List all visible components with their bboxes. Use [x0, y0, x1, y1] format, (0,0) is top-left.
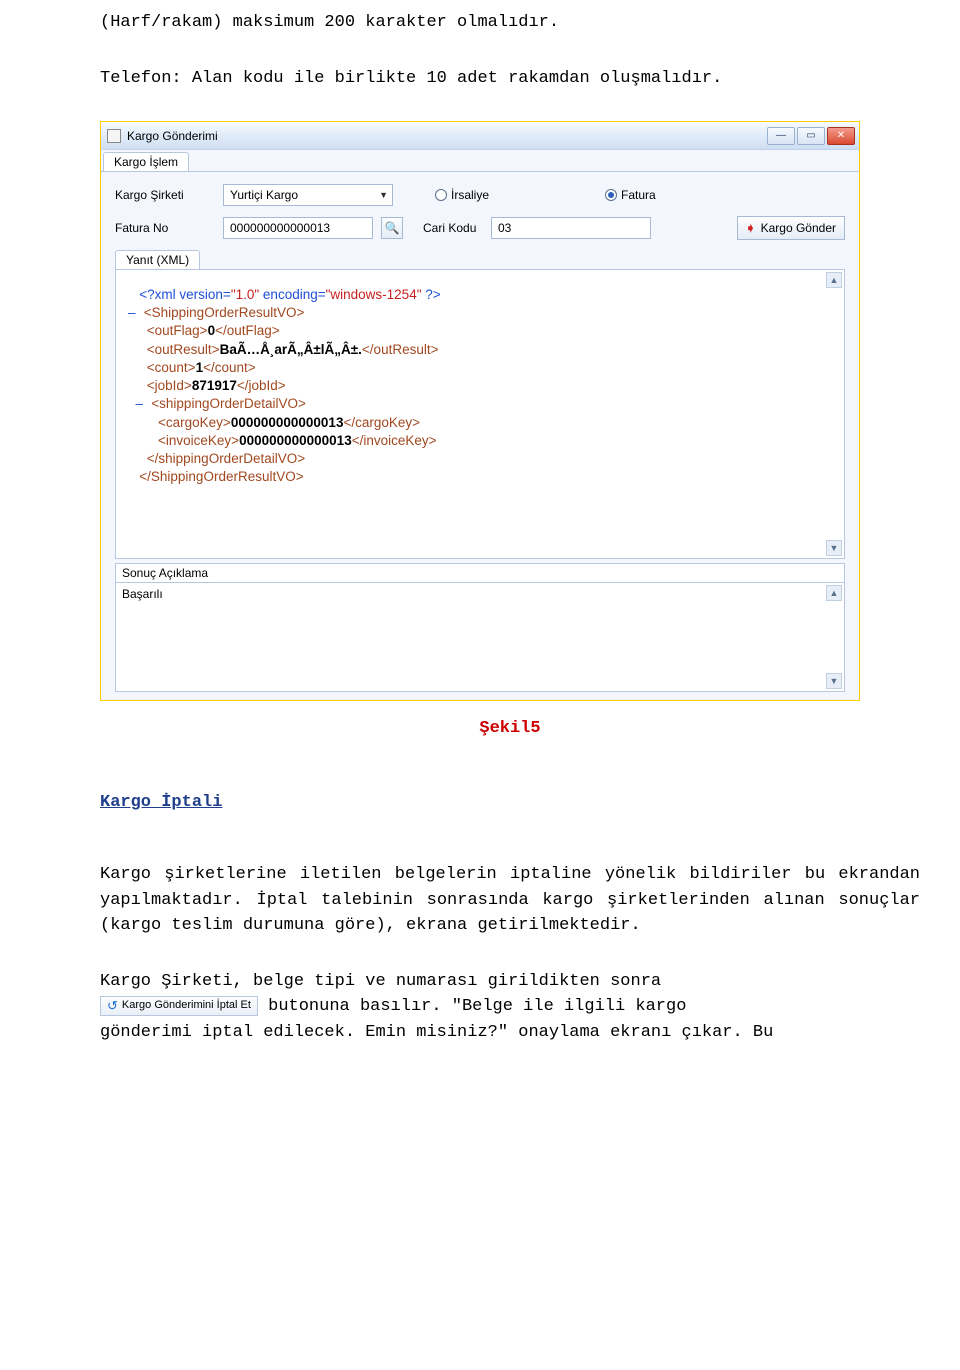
xml-outflag-v: 0: [208, 323, 216, 338]
xml-outres-c: </outResult>: [362, 342, 439, 357]
minimize-button[interactable]: —: [767, 127, 795, 145]
cari-kodu-input[interactable]: 03: [491, 217, 651, 239]
label-kargo-sirketi: Kargo Şirketi: [115, 188, 215, 202]
xml-inv-o: <invoiceKey>: [158, 433, 239, 448]
para2-after-btn: butonuna basılır. "Belge ile ilgili karg…: [258, 997, 686, 1016]
section-kargo-iptali: Kargo İptali: [100, 793, 920, 812]
paragraph-iptal-1: Kargo şirketlerine iletilen belgelerin i…: [100, 862, 920, 939]
cari-kodu-value: 03: [498, 221, 511, 235]
xml-decl-a: <?xml version=: [139, 287, 231, 302]
figure-caption: Şekil5: [100, 719, 920, 738]
label-fatura-no: Fatura No: [115, 221, 215, 235]
scroll-up-icon[interactable]: ▲: [826, 272, 842, 288]
chevron-down-icon: ▼: [379, 190, 388, 200]
para2-line3: gönderimi iptal edilecek. Emin misiniz?"…: [100, 1023, 773, 1042]
xml-count-o: <count>: [147, 360, 196, 375]
label-sonuc-aciklama: Sonuç Açıklama: [115, 563, 845, 582]
lookup-icon[interactable]: 🔍: [381, 217, 403, 239]
xml-count-v: 1: [196, 360, 204, 375]
xml-detail-close: </shippingOrderDetailVO>: [147, 451, 305, 466]
xml-jobid-o: <jobId>: [147, 378, 192, 393]
xml-outres-o: <outResult>: [147, 342, 220, 357]
xml-inv-c: </invoiceKey>: [352, 433, 437, 448]
window-title: Kargo Gönderimi: [127, 129, 767, 143]
xml-jobid-v: 871917: [192, 378, 237, 393]
xml-outflag-o: <outFlag>: [147, 323, 208, 338]
kargo-gonder-button[interactable]: ➧ Kargo Gönder: [737, 216, 845, 240]
kargo-sirketi-value: Yurtiçi Kargo: [230, 188, 298, 202]
radio-dot-on: [605, 189, 617, 201]
kargo-sirketi-select[interactable]: Yurtiçi Kargo ▼: [223, 184, 393, 206]
kargo-iptal-button[interactable]: ↺ Kargo Gönderimini İptal Et: [100, 996, 258, 1016]
scroll-up-icon[interactable]: ▲: [826, 585, 842, 601]
xml-root-open: <ShippingOrderResultVO>: [144, 305, 305, 320]
note-telefon: Telefon: Alan kodu ile birlikte 10 adet …: [100, 66, 920, 92]
xml-cargo-v: 000000000000013: [231, 415, 344, 430]
para2-line1: Kargo Şirketi, belge tipi ve numarası gi…: [100, 972, 661, 991]
xml-result-panel: ▲ ▼ <?xml version="1.0" encoding="window…: [115, 269, 845, 559]
kargo-gonder-label: Kargo Gönder: [761, 221, 836, 235]
xml-outres-v: BaÃ…Å¸arÃ„Â±lÃ„Â±.: [220, 342, 362, 357]
tab-kargo-islem[interactable]: Kargo İşlem: [103, 152, 189, 171]
xml-count-c: </count>: [203, 360, 256, 375]
note-harf-rakam: (Harf/rakam) maksimum 200 karakter olmal…: [100, 10, 920, 36]
xml-jobid-c: </jobId>: [237, 378, 286, 393]
xml-outflag-c: </outFlag>: [215, 323, 280, 338]
xml-decl-enc: "windows-1254": [326, 287, 422, 302]
scroll-down-icon[interactable]: ▼: [826, 673, 842, 689]
radio-irsaliye-label: İrsaliye: [451, 188, 489, 202]
xml-decl-b: encoding=: [259, 287, 325, 302]
xml-cargo-o: <cargoKey>: [158, 415, 231, 430]
radio-fatura[interactable]: Fatura: [605, 188, 656, 202]
maximize-button[interactable]: ▭: [797, 127, 825, 145]
xml-detail-open: <shippingOrderDetailVO>: [151, 396, 306, 411]
radio-dot-off: [435, 189, 447, 201]
send-icon: ➧: [746, 221, 756, 235]
undo-icon: ↺: [107, 996, 118, 1016]
fatura-no-input[interactable]: 000000000000013: [223, 217, 373, 239]
close-button[interactable]: ✕: [827, 127, 855, 145]
xml-collapse-icon[interactable]: –: [128, 304, 140, 322]
window-titlebar: Kargo Gönderimi — ▭ ✕: [101, 122, 859, 150]
scroll-down-icon[interactable]: ▼: [826, 540, 842, 556]
xml-root-close: </ShippingOrderResultVO>: [139, 469, 303, 484]
xml-cargo-c: </cargoKey>: [343, 415, 420, 430]
radio-irsaliye[interactable]: İrsaliye: [435, 188, 489, 202]
radio-fatura-label: Fatura: [621, 188, 656, 202]
label-cari-kodu: Cari Kodu: [423, 221, 483, 235]
xml-decl-ver: "1.0": [231, 287, 259, 302]
app-icon: [107, 129, 121, 143]
tab-yanit-xml[interactable]: Yanıt (XML): [115, 250, 200, 269]
paragraph-iptal-2: Kargo Şirketi, belge tipi ve numarası gi…: [100, 969, 920, 1046]
sonuc-value: Başarılı: [122, 587, 163, 601]
sonuc-aciklama-box: Başarılı ▲ ▼: [115, 582, 845, 692]
fatura-no-value: 000000000000013: [230, 221, 330, 235]
xml-inv-v: 000000000000013: [239, 433, 352, 448]
xml-collapse-icon[interactable]: –: [136, 395, 148, 413]
kargo-iptal-label: Kargo Gönderimini İptal Et: [122, 997, 251, 1014]
kargo-gonderimi-window: Kargo Gönderimi — ▭ ✕ Kargo İşlem Kargo …: [100, 121, 860, 701]
xml-decl-c: ?>: [422, 287, 441, 302]
